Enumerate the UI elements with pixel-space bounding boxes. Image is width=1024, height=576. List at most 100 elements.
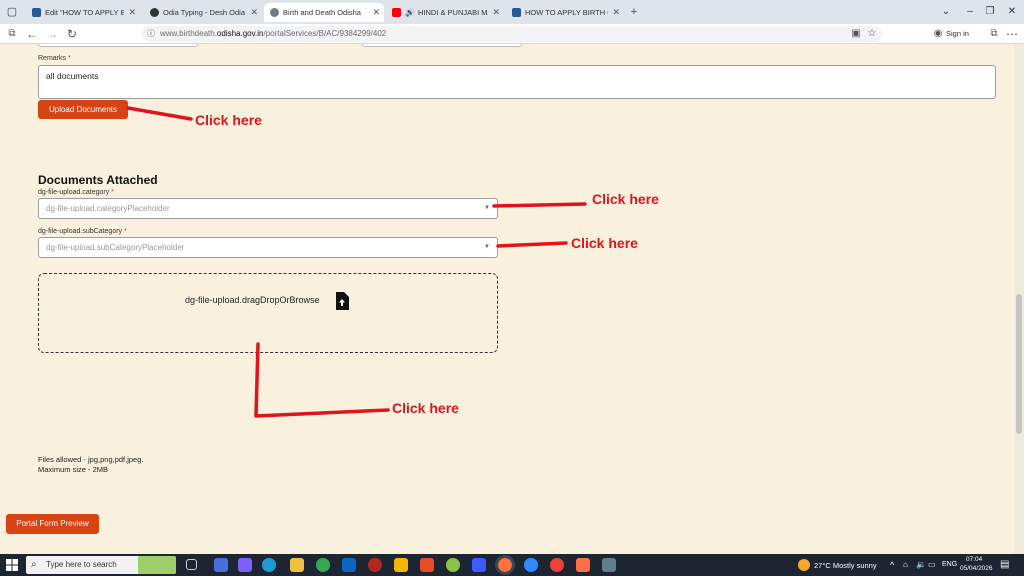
close-tab-icon[interactable]: ✕ <box>612 7 620 18</box>
subcategory-placeholder: dg-file-upload.subCategoryPlaceholder <box>46 243 185 252</box>
tab-title: Birth and Death Odisha <box>283 8 361 17</box>
previous-field-edge <box>38 44 198 47</box>
required-mark: * <box>111 189 114 196</box>
tray-chevron-icon[interactable]: ^ <box>890 560 894 570</box>
windows-start-icon[interactable] <box>6 559 18 571</box>
annotation-click-here: Click here <box>392 400 459 416</box>
app-icon[interactable] <box>446 558 460 572</box>
address-bar[interactable]: ⓘ www.birthdeath.odisha.gov.in/portalSer… <box>142 26 882 42</box>
tab-edit-post[interactable]: Edit "HOW TO APPLY BIRTH CE ✕ <box>26 3 140 22</box>
copilot-icon[interactable] <box>238 558 252 572</box>
audio-playing-icon[interactable]: 🔊 <box>405 8 415 17</box>
widgets-icon[interactable] <box>214 558 228 572</box>
emblem-favicon-icon <box>270 8 279 17</box>
tab-title: Odia Typing - Desh Odia Keyb <box>163 8 246 17</box>
profile-icon[interactable]: ◉ <box>930 26 946 42</box>
tab-actions-icon[interactable]: ▢ <box>4 4 20 20</box>
file-upload-icon[interactable] <box>335 292 349 310</box>
app-icon[interactable] <box>420 558 434 572</box>
battery-icon[interactable]: ▭ <box>928 560 936 569</box>
extensions-icon[interactable]: ⧉ <box>986 26 1002 42</box>
required-mark: * <box>67 55 71 62</box>
close-tab-icon[interactable]: ✕ <box>372 7 380 18</box>
notifications-icon[interactable]: ▤ <box>1000 559 1009 570</box>
network-icon[interactable]: ⌂ <box>903 560 908 569</box>
back-icon[interactable]: ← <box>24 26 40 42</box>
page-scrollbar[interactable] <box>1014 44 1024 554</box>
annotation-click-here: Click here <box>195 112 262 128</box>
sidebar-toggle-icon[interactable]: ⧉ <box>4 26 20 42</box>
files-allowed-note: Files allowed - jpg,png,pdf,jpeg. <box>38 455 144 464</box>
max-size-note: Maximum size - 2MB <box>38 465 109 474</box>
reload-icon[interactable]: ↻ <box>64 26 80 42</box>
tab-search-chevron-icon[interactable]: ⌄ <box>938 4 954 20</box>
annotation-click-here: Click here <box>571 235 638 251</box>
youtube-favicon-icon <box>392 8 401 17</box>
site-info-icon[interactable]: ⓘ <box>147 26 155 42</box>
taskbar: ⌕ Type here to search 27°C Mostly sunny … <box>0 554 1024 576</box>
search-icon: ⌕ <box>31 559 37 570</box>
scrollbar-thumb[interactable] <box>1016 294 1022 434</box>
app-icon[interactable] <box>524 558 538 572</box>
forward-icon[interactable]: → <box>44 26 60 42</box>
app-icon[interactable] <box>550 558 564 572</box>
close-tab-icon[interactable]: ✕ <box>250 7 258 18</box>
edge-browser-icon[interactable] <box>262 558 276 572</box>
reader-view-icon[interactable]: ▣ <box>848 26 864 42</box>
subcategory-select[interactable]: dg-file-upload.subCategoryPlaceholder ▼ <box>38 237 498 258</box>
tab-how-to-apply[interactable]: HOW TO APPLY BIRTH CRTIFICA ✕ <box>506 3 624 22</box>
opera-icon[interactable] <box>368 558 382 572</box>
tab-birth-death-odisha[interactable]: Birth and Death Odisha ✕ <box>264 3 384 22</box>
page-content: Remarks * all documents Upload Documents… <box>0 44 1024 554</box>
search-highlight-icon[interactable] <box>138 556 176 574</box>
restore-icon[interactable]: ❐ <box>982 4 998 20</box>
portal-form-preview-button[interactable]: Portal Form Preview <box>6 514 99 534</box>
close-window-icon[interactable]: ✕ <box>1004 4 1020 20</box>
file-dropzone[interactable]: dg-file-upload.dragDropOrBrowse <box>38 273 498 353</box>
new-tab-icon[interactable]: + <box>626 4 642 20</box>
required-mark: * <box>124 228 127 235</box>
browser-tab-strip: ▢ Edit "HOW TO APPLY BIRTH CE ✕ Odia Typ… <box>0 0 1024 24</box>
remarks-textarea[interactable]: all documents <box>38 65 996 99</box>
site-favicon-icon <box>150 8 159 17</box>
close-tab-icon[interactable]: ✕ <box>492 7 500 18</box>
category-select[interactable]: dg-file-upload.categoryPlaceholder ▼ <box>38 198 498 219</box>
language-indicator[interactable]: ENG <box>942 561 957 568</box>
app-icon[interactable] <box>472 558 486 572</box>
weather-text[interactable]: 27°C Mostly sunny <box>814 561 877 570</box>
documents-attached-heading: Documents Attached <box>38 173 158 187</box>
menu-icon[interactable]: ⋯ <box>1004 26 1020 42</box>
clock-date[interactable]: 05/04/2026 <box>960 565 993 572</box>
app-icon[interactable] <box>576 558 590 572</box>
annotation-line-subcategory <box>496 241 568 248</box>
chrome-icon[interactable] <box>316 558 330 572</box>
tab-title: Edit "HOW TO APPLY BIRTH CE <box>45 8 125 17</box>
chevron-down-icon: ▼ <box>484 205 490 211</box>
url-path: /portalServices/B/AC/9384299/402 <box>263 29 387 38</box>
sign-in-button[interactable]: Sign in <box>946 27 969 41</box>
bolt-app-icon[interactable] <box>394 558 408 572</box>
url-prefix: www.birthdeath. <box>160 29 217 38</box>
app-icon[interactable] <box>602 558 616 572</box>
close-tab-icon[interactable]: ✕ <box>128 7 136 18</box>
volume-icon[interactable]: 🔉 <box>916 560 926 569</box>
wordpress-favicon-icon <box>512 8 521 17</box>
url-domain: odisha.gov.in <box>216 29 264 38</box>
file-explorer-icon[interactable] <box>290 558 304 572</box>
tab-title: HOW TO APPLY BIRTH CRTIFICA <box>525 8 608 17</box>
subcategory-label: dg-file-upload.subCategory * <box>38 228 127 235</box>
task-view-icon[interactable] <box>186 559 197 570</box>
tab-music-mashup[interactable]: 🔊 HINDI & PUNJABI MASHUP ✕ <box>386 3 504 22</box>
clock-time[interactable]: 07:04 <box>966 556 982 563</box>
annotation-line-category <box>492 202 587 208</box>
annotation-line-upload <box>126 106 193 121</box>
tab-odia-typing[interactable]: Odia Typing - Desh Odia Keyb ✕ <box>144 3 262 22</box>
mail-icon[interactable] <box>342 558 356 572</box>
favorite-star-icon[interactable]: ☆ <box>864 26 880 42</box>
annotation-line-dropzone <box>254 342 390 418</box>
weather-icon[interactable] <box>798 559 810 571</box>
category-label: dg-file-upload.category * <box>38 189 114 196</box>
firefox-icon[interactable] <box>495 555 515 575</box>
minimize-icon[interactable]: – <box>962 4 978 20</box>
upload-documents-button[interactable]: Upload Documents <box>38 100 128 119</box>
